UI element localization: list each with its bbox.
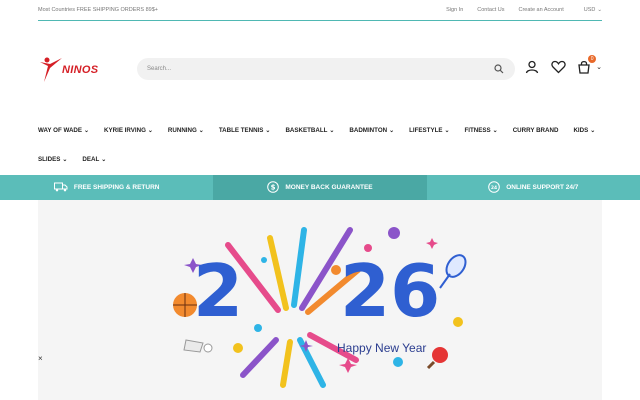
nav-item-label: KIDS — [573, 126, 589, 134]
logo-text: NINOS — [62, 64, 99, 76]
nav-item[interactable]: FITNESS ⌄ — [465, 127, 498, 134]
chevron-down-icon: ⌄ — [101, 156, 107, 163]
nav-item-label: LIFESTYLE — [409, 126, 443, 134]
feature-support: 24 ONLINE SUPPORT 24/7 — [427, 175, 640, 200]
chevron-down-icon: ⌄ — [590, 127, 596, 134]
top-bar: Most Countries FREE SHIPPING ORDERS 89$+… — [38, 0, 602, 21]
sign-in-link[interactable]: Sign In — [446, 7, 463, 13]
feature-shipping: FREE SHIPPING & RETURN — [0, 175, 213, 200]
chevron-down-icon: ⌄ — [84, 127, 90, 134]
nav-item-label: BADMINTON — [349, 126, 388, 134]
search-bar[interactable]: Search... — [137, 58, 515, 80]
nav-item-label: WAY OF WADE — [38, 126, 83, 134]
features-strip: FREE SHIPPING & RETURN $ MONEY BACK GUAR… — [0, 175, 640, 200]
feature-money-back-label: MONEY BACK GUARANTEE — [285, 184, 373, 191]
nav-item[interactable]: RUNNING ⌄ — [168, 127, 204, 134]
nav-row-1: WAY OF WADE ⌄ KYRIE IRVING ⌄ RUNNING ⌄ TABLE T… — [38, 120, 602, 140]
svg-text:$: $ — [271, 183, 276, 191]
support-24-icon: 24 — [488, 180, 500, 195]
nav-item[interactable]: KYRIE IRVING ⌄ — [104, 127, 153, 134]
hero-banner[interactable]: 2 26 — [38, 200, 602, 400]
nav-item[interactable]: KIDS ⌄ — [573, 127, 595, 134]
search-input[interactable]: Search... — [147, 66, 493, 72]
svg-text:24: 24 — [491, 184, 497, 190]
dollar-circle-icon: $ — [267, 180, 280, 195]
account-icon[interactable] — [524, 59, 540, 75]
truck-icon — [53, 182, 68, 194]
chevron-down-icon: ⌄ — [62, 156, 68, 163]
nav-item-label: BASKETBALL — [285, 126, 328, 134]
happy-new-year-text: Happy New Year — [337, 341, 427, 355]
nav-item-label: CURRY BRAND — [512, 126, 559, 134]
chevron-down-icon: ⌄ — [198, 127, 204, 134]
year-digit-2: 2 — [193, 249, 244, 333]
chevron-down-icon: ⌄ — [444, 127, 450, 134]
feature-money-back: $ MONEY BACK GUARANTEE — [213, 175, 427, 200]
currency-selector[interactable]: USD ⌄ — [584, 7, 602, 13]
fireworks-graphic — [173, 227, 467, 388]
nav-item[interactable]: BASKETBALL ⌄ — [285, 127, 334, 134]
cart-icon[interactable]: 0 — [576, 55, 597, 75]
nav-item[interactable]: BADMINTON ⌄ — [349, 127, 394, 134]
feature-shipping-label: FREE SHIPPING & RETURN — [73, 184, 160, 191]
chevron-down-icon: ⌄ — [329, 127, 335, 134]
nav-item[interactable]: SLIDES ⌄ — [38, 156, 67, 163]
nav-item-label: DEAL — [82, 155, 100, 163]
logo-mark-icon — [40, 57, 62, 82]
header: NINOS Search... 0 ⌄ — [38, 50, 602, 88]
cart-count-badge: 0 — [588, 55, 597, 63]
chevron-down-icon: ⌄ — [265, 127, 271, 134]
nav-item-label: SLIDES — [38, 155, 61, 163]
chevron-down-icon: ⌄ — [597, 7, 602, 13]
contact-us-link[interactable]: Contact Us — [477, 7, 504, 13]
logo[interactable]: NINOS — [38, 52, 98, 86]
nav-row-2: SLIDES ⌄ DEAL ⌄ — [38, 149, 602, 169]
nav-item[interactable]: CURRY BRAND — [513, 127, 559, 134]
year-digits-26: 26 — [340, 249, 441, 333]
chevron-down-icon: ⌄ — [389, 127, 395, 134]
nav-item-label: TABLE TENNIS — [218, 126, 264, 134]
currency-label: USD — [583, 7, 596, 13]
search-icon[interactable] — [493, 63, 505, 75]
chevron-down-icon: ⌄ — [492, 127, 498, 134]
nav-item-label: RUNNING — [167, 126, 197, 134]
cart-chevron-down-icon[interactable]: ⌄ — [596, 63, 602, 71]
close-icon[interactable]: × — [38, 354, 43, 363]
nav-item-label: KYRIE IRVING — [104, 126, 146, 134]
nav-item[interactable]: TABLE TENNIS ⌄ — [219, 127, 271, 134]
nav-item[interactable]: LIFESTYLE ⌄ — [409, 127, 449, 134]
main-nav: WAY OF WADE ⌄ KYRIE IRVING ⌄ RUNNING ⌄ TABLE T… — [38, 120, 602, 169]
nav-item[interactable]: WAY OF WADE ⌄ — [38, 127, 89, 134]
feature-support-label: ONLINE SUPPORT 24/7 — [506, 184, 579, 191]
create-account-link[interactable]: Create an Account — [519, 7, 564, 13]
wishlist-heart-icon[interactable] — [550, 59, 566, 75]
nav-item[interactable]: DEAL ⌄ — [82, 156, 106, 163]
nav-item-label: FITNESS — [464, 126, 491, 134]
shipping-promo-text: Most Countries FREE SHIPPING ORDERS 89$+ — [38, 7, 158, 13]
chevron-down-icon: ⌄ — [147, 127, 153, 134]
